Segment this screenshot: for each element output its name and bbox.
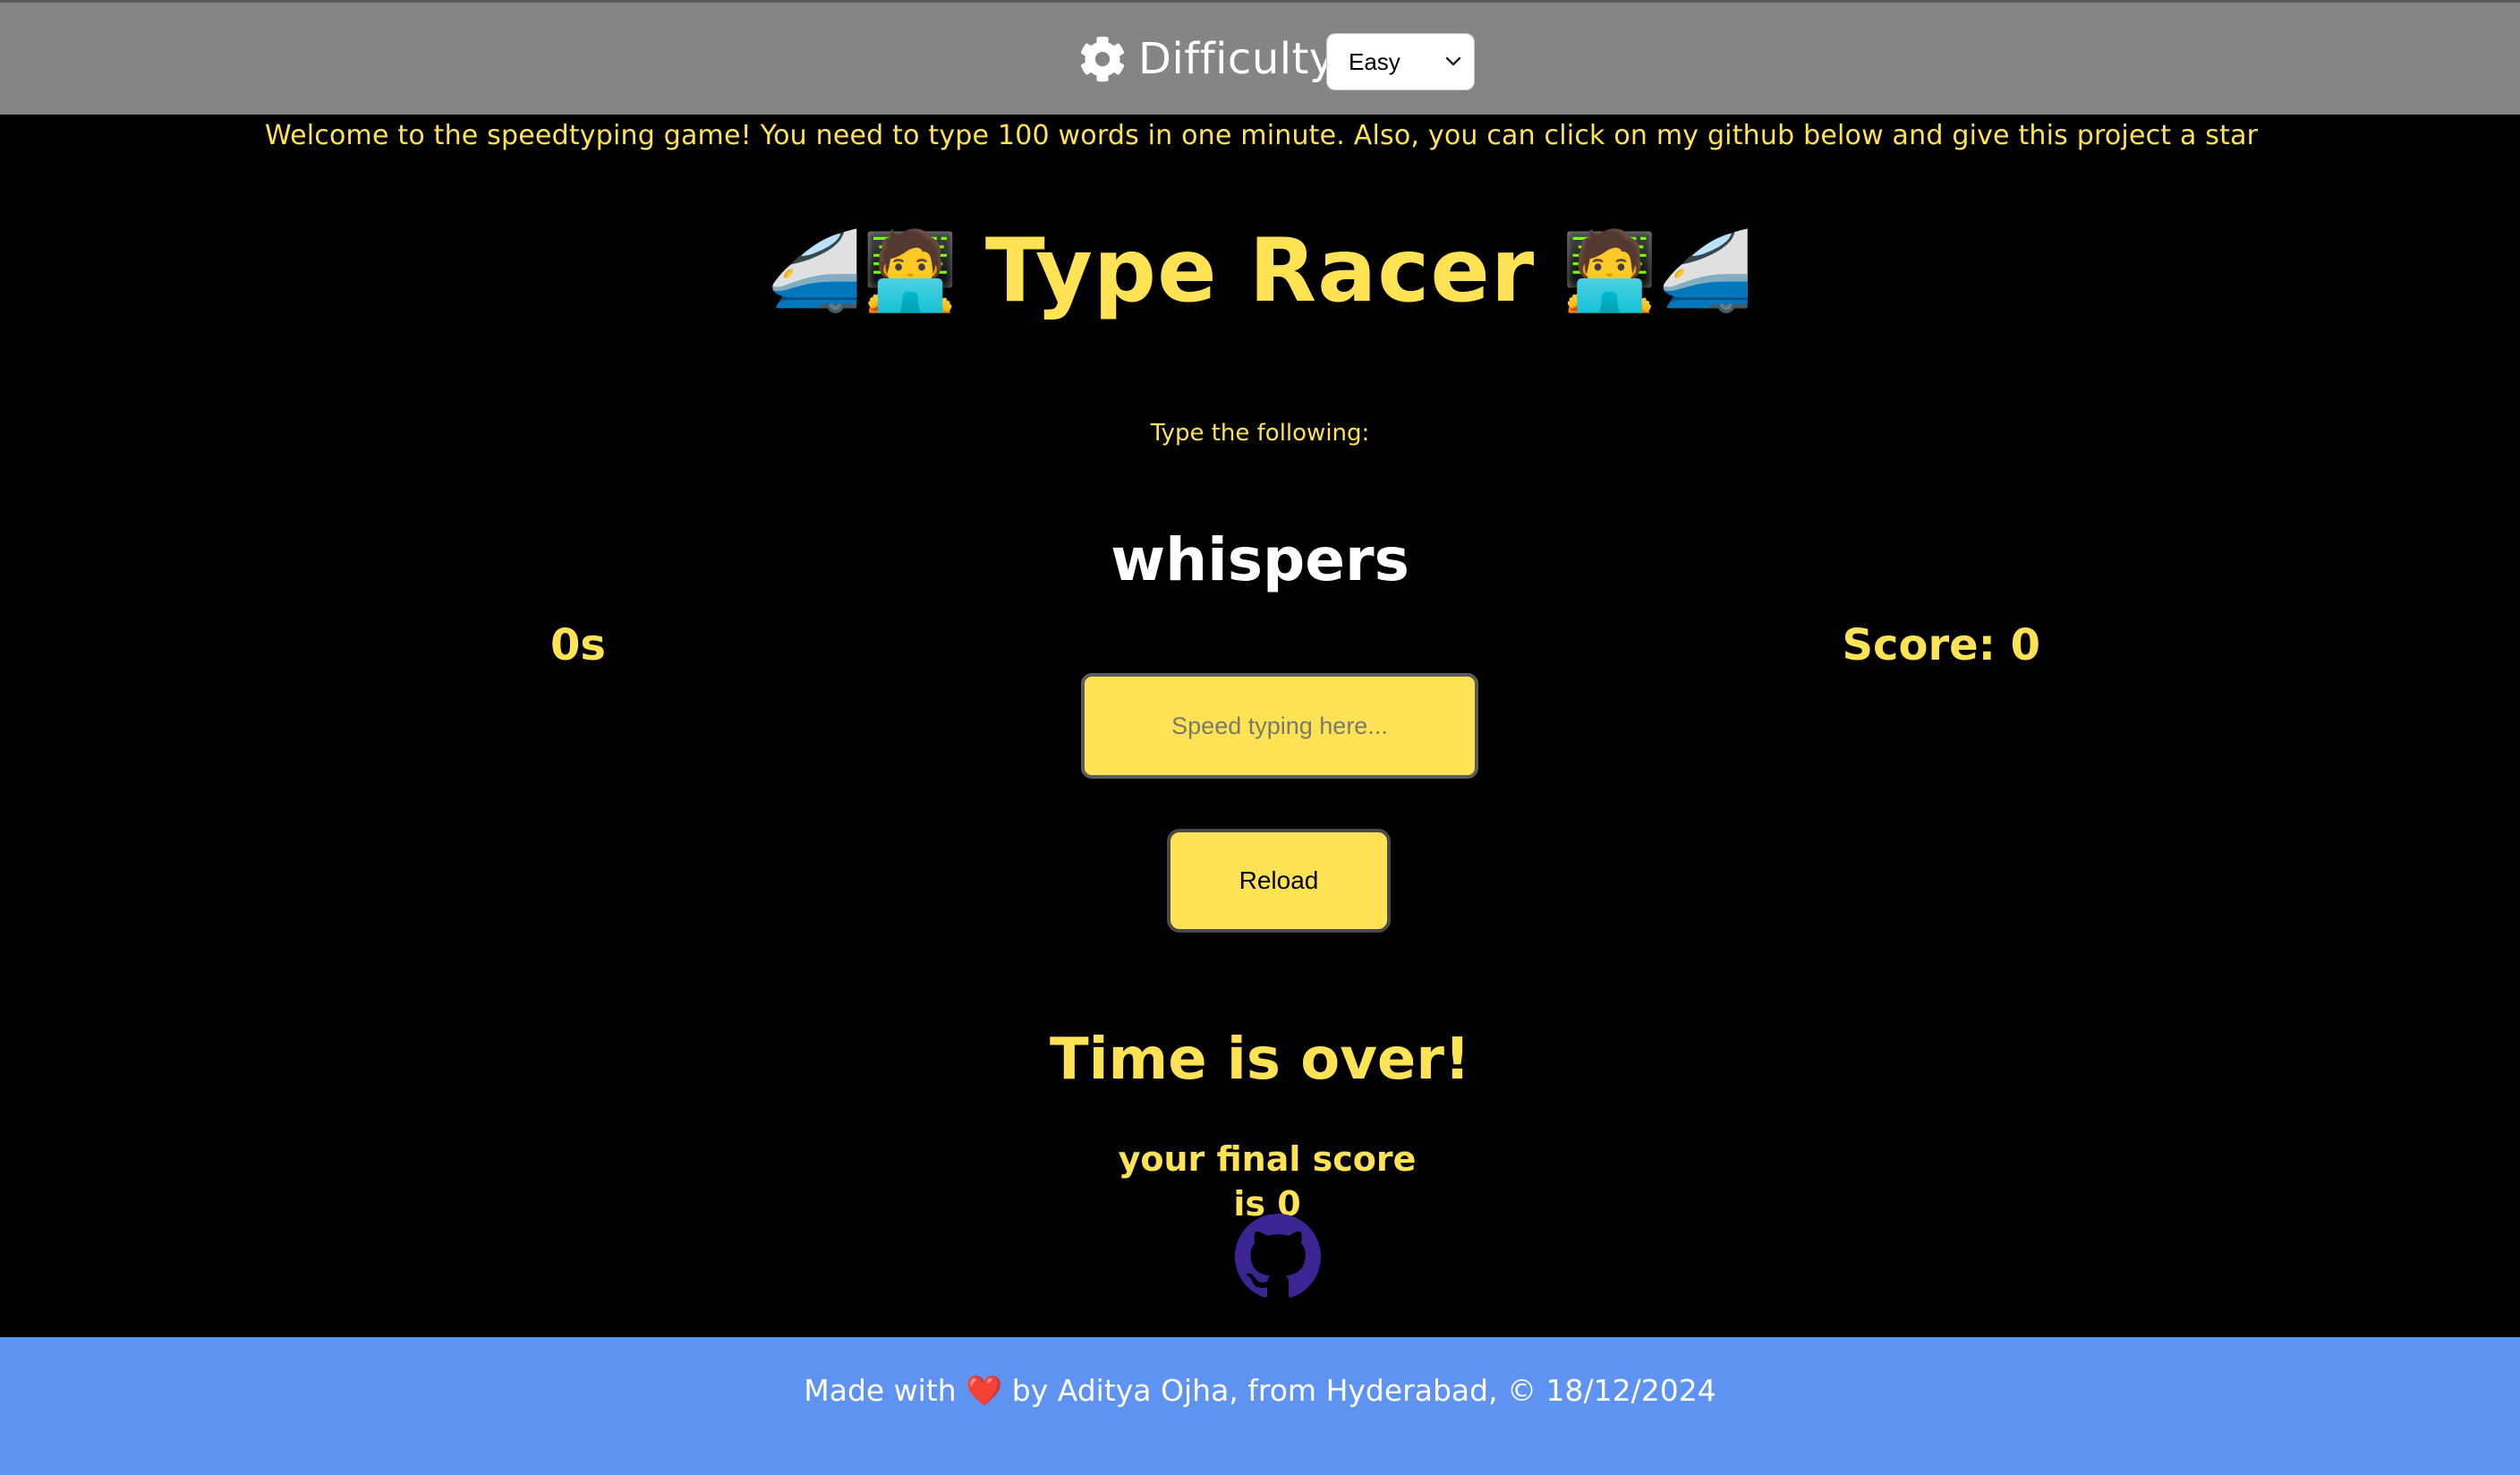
title-text: Type Racer bbox=[984, 220, 1536, 322]
difficulty-label: Difficulty bbox=[1138, 34, 1335, 84]
typing-input[interactable] bbox=[1081, 673, 1478, 779]
welcome-message-text: Welcome to the speedtyping game! You nee… bbox=[265, 120, 2259, 151]
gear-icon bbox=[1080, 36, 1125, 82]
train-coder-emoji-left: 🚄🧑‍💻 bbox=[766, 226, 958, 316]
typing-prompt: Type the following: bbox=[1150, 420, 1370, 447]
page-title: 🚄🧑‍💻 Type Racer 🧑‍💻🚄 bbox=[0, 213, 2520, 329]
score: Score: 0 bbox=[1842, 620, 2040, 670]
github-icon[interactable] bbox=[1235, 1214, 1321, 1300]
difficulty-settings: Difficulty bbox=[1079, 28, 1335, 90]
time-left: 0s bbox=[550, 620, 606, 670]
time-over-title: Time is over! bbox=[1049, 1027, 1471, 1093]
footer: Made with ❤️ by Aditya Ojha, from Hydera… bbox=[0, 1337, 2520, 1475]
difficulty-select[interactable]: Easy bbox=[1326, 33, 1475, 90]
final-score: your final score is 0 bbox=[1118, 1139, 1417, 1223]
reload-button[interactable]: Reload bbox=[1167, 829, 1391, 933]
coder-train-emoji-right: 🧑‍💻🚄 bbox=[1562, 226, 1754, 316]
difficulty-selected-value: Easy bbox=[1349, 48, 1400, 75]
welcome-message: Welcome to the speedtyping game! You nee… bbox=[0, 115, 2520, 159]
settings-bar: Difficulty Easy bbox=[0, 0, 2520, 115]
footer-credit: Made with ❤️ by Aditya Ojha, from Hydera… bbox=[804, 1373, 1716, 1408]
target-word: whispers bbox=[1111, 525, 1409, 594]
chevron-down-icon bbox=[1445, 56, 1461, 66]
